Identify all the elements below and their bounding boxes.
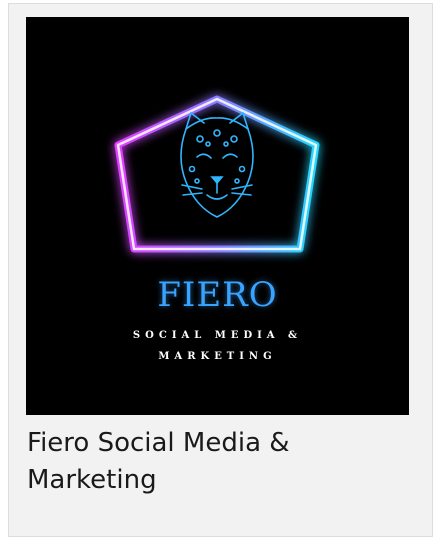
brand-tagline: SOCIAL MEDIA & MARKETING bbox=[26, 325, 409, 367]
brand-name: FIERO bbox=[157, 275, 278, 315]
business-card[interactable]: FIERO SOCIAL MEDIA & MARKETING Fiero Soc… bbox=[8, 3, 433, 537]
jaguar-head-icon bbox=[180, 111, 254, 218]
logo-image[interactable]: FIERO SOCIAL MEDIA & MARKETING bbox=[26, 17, 409, 415]
tagline-line-1: SOCIAL MEDIA & bbox=[132, 330, 303, 341]
card-title[interactable]: Fiero Social Media & Marketing bbox=[27, 425, 422, 499]
tagline-line-2: MARKETING bbox=[158, 351, 277, 362]
